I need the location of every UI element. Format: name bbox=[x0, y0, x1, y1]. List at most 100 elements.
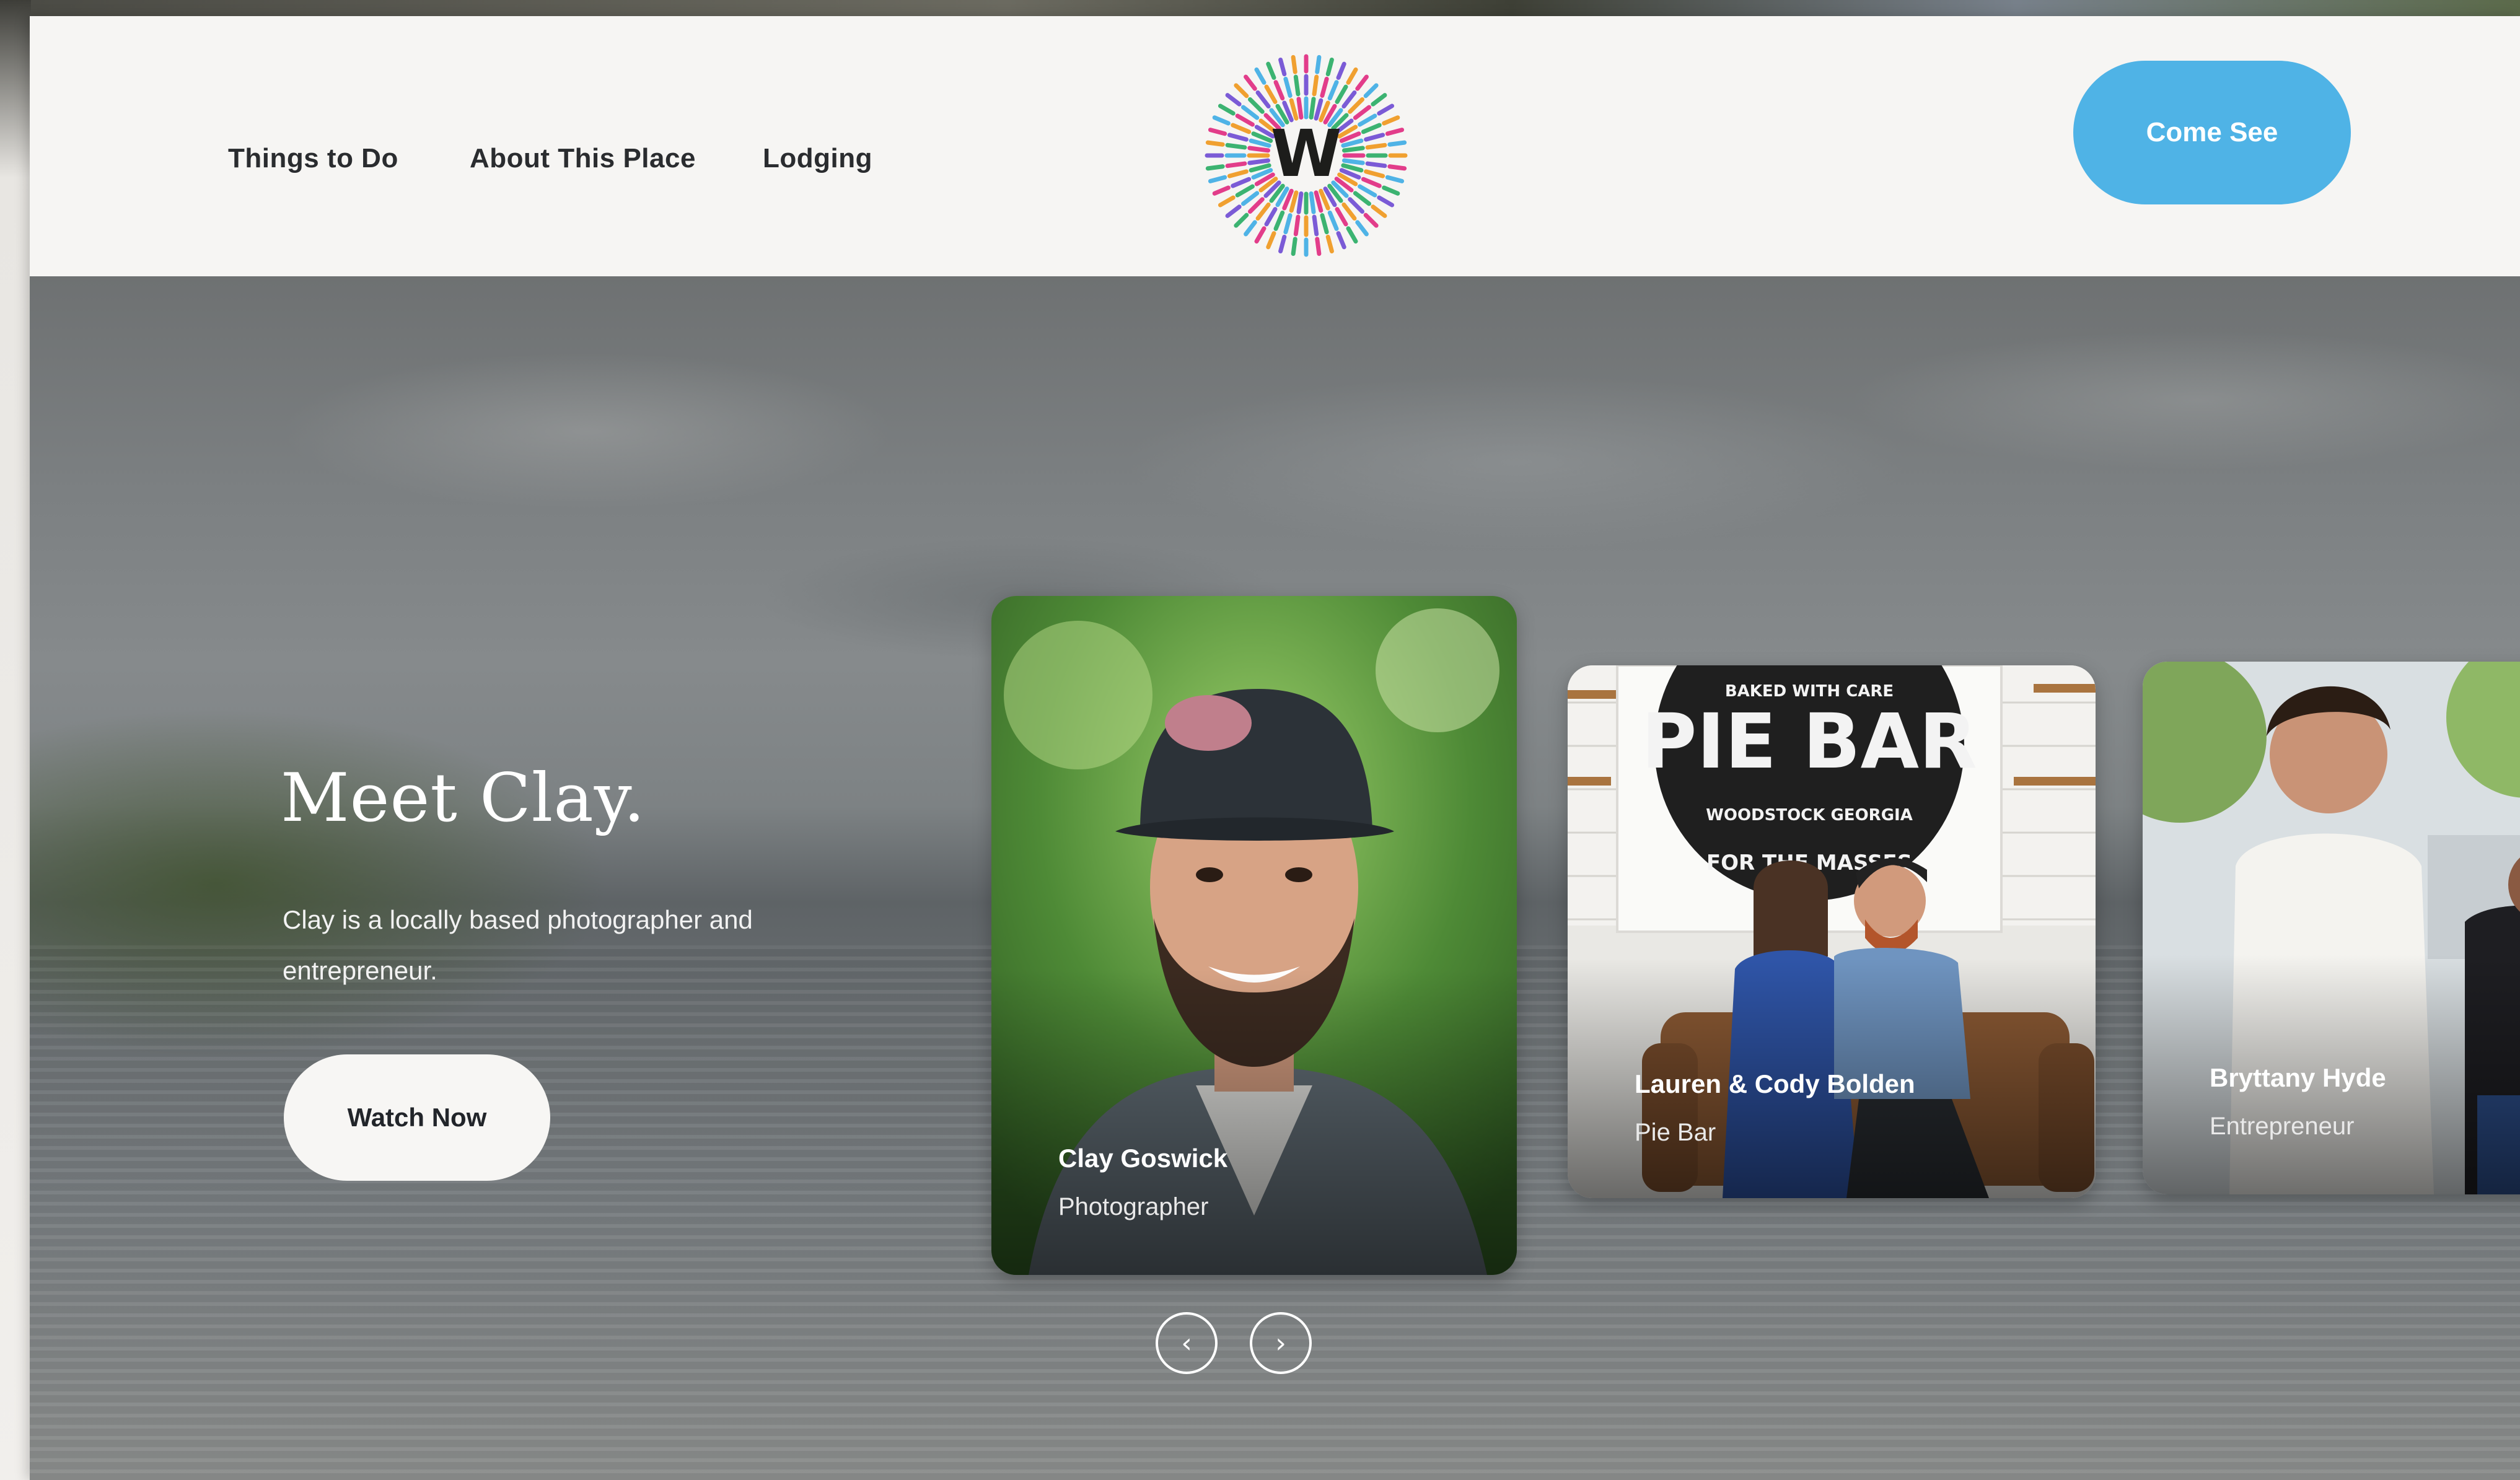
logo-ray bbox=[1225, 93, 1242, 107]
logo-ray bbox=[1371, 93, 1387, 107]
hero-description: Clay is a locally based photographer and… bbox=[283, 905, 753, 985]
profile-card-pie-bar[interactable]: BAKED WITH CARE PIE BAR WOODSTOCK GEORGI… bbox=[1568, 665, 2096, 1198]
card-shade bbox=[991, 969, 1517, 1275]
chevron-right-icon: › bbox=[1275, 1328, 1286, 1359]
logo-ray bbox=[1353, 105, 1372, 120]
logo-ray bbox=[1293, 214, 1301, 237]
logo-ray bbox=[1244, 74, 1257, 91]
logo-ray bbox=[1327, 210, 1339, 231]
logo-ray bbox=[1336, 231, 1346, 250]
logo-ray bbox=[1255, 202, 1271, 221]
come-see-button[interactable]: Come See bbox=[2073, 61, 2351, 204]
logo-ray bbox=[1249, 163, 1271, 173]
logo-ray bbox=[1314, 190, 1324, 213]
hero-title: Meet Clay. bbox=[281, 760, 646, 837]
web-page: Things to Do About This Place Lodging W … bbox=[30, 16, 2520, 1480]
logo-ray bbox=[1293, 74, 1301, 97]
logo-ray bbox=[1225, 161, 1247, 169]
logo-ray bbox=[1363, 83, 1379, 99]
logo-ray bbox=[1254, 226, 1267, 244]
logo-ray bbox=[1335, 84, 1348, 104]
logo-ray bbox=[1212, 185, 1231, 196]
logo-ray bbox=[1312, 214, 1319, 237]
logo-ray bbox=[1278, 234, 1287, 254]
nav-link-about-this-place[interactable]: About This Place bbox=[470, 143, 696, 174]
logo-ray bbox=[1327, 80, 1339, 101]
logo-ray bbox=[1296, 191, 1304, 214]
chevron-left-icon: ‹ bbox=[1181, 1328, 1192, 1359]
carousel-next-button[interactable]: › bbox=[1250, 1312, 1312, 1374]
nav-link-things-to-do[interactable]: Things to Do bbox=[228, 143, 398, 174]
logo-ray bbox=[1387, 140, 1407, 147]
sign-title-text: PIE BAR bbox=[1641, 698, 1977, 786]
logo-ray bbox=[1218, 103, 1236, 116]
logo-ray bbox=[1208, 128, 1227, 136]
logo-ray bbox=[1247, 97, 1265, 114]
logo-ray bbox=[1291, 55, 1297, 74]
logo-ray bbox=[1235, 184, 1255, 198]
card-role: Entrepreneur bbox=[2210, 1113, 2355, 1140]
logo-ray bbox=[1266, 231, 1276, 250]
logo-ray bbox=[1264, 207, 1278, 227]
site-logo[interactable]: W bbox=[1204, 53, 1408, 258]
logo-ray bbox=[1361, 123, 1382, 134]
logo-ray bbox=[1341, 90, 1357, 109]
card-name: Bryttany Hyde bbox=[2210, 1063, 2386, 1092]
logo-ray bbox=[1234, 212, 1249, 228]
logo-ray bbox=[1309, 191, 1316, 214]
logo-ray bbox=[1231, 123, 1252, 134]
logo-ray bbox=[1358, 113, 1377, 127]
logo-ray bbox=[1247, 158, 1271, 165]
sign-place-text: WOODSTOCK GEORGIA bbox=[1706, 806, 1913, 825]
logo-ray bbox=[1341, 163, 1364, 173]
logo-ray bbox=[1335, 207, 1348, 227]
logo-ray bbox=[1348, 97, 1365, 114]
logo-ray bbox=[1309, 97, 1316, 120]
logo-ray bbox=[1358, 184, 1377, 198]
logo-ray bbox=[1353, 191, 1372, 206]
logo-ray bbox=[1364, 169, 1385, 178]
logo-ray bbox=[1205, 140, 1225, 147]
logo-ray bbox=[1227, 133, 1249, 142]
logo-ray bbox=[1371, 204, 1387, 218]
logo-ray bbox=[1341, 138, 1364, 148]
logo-ray bbox=[1341, 158, 1365, 165]
logo-ray bbox=[1225, 142, 1247, 150]
card-role: Photographer bbox=[1058, 1193, 1209, 1220]
logo-ray bbox=[1365, 142, 1387, 150]
logo-ray bbox=[1291, 237, 1297, 256]
logo-letter: W bbox=[1271, 116, 1342, 191]
logo-ray bbox=[1336, 61, 1346, 80]
logo-ray bbox=[1320, 76, 1329, 98]
logo-ray bbox=[1255, 90, 1271, 109]
profile-card-clay[interactable]: Clay Goswick Photographer bbox=[991, 596, 1517, 1275]
logo-ray bbox=[1365, 161, 1387, 169]
card-name: Lauren & Cody Bolden bbox=[1635, 1069, 1915, 1098]
logo-ray bbox=[1289, 190, 1299, 213]
watch-now-button[interactable]: Watch Now bbox=[284, 1054, 550, 1181]
logo-ray bbox=[1247, 197, 1265, 214]
logo-ray bbox=[1346, 226, 1358, 244]
nav-link-lodging[interactable]: Lodging bbox=[763, 143, 872, 174]
logo-ray bbox=[1225, 204, 1242, 218]
logo-ray bbox=[1231, 177, 1252, 188]
logo-ray bbox=[1212, 115, 1231, 126]
logo-ray bbox=[1348, 197, 1365, 214]
profile-card-bryttany[interactable]: Bryttany Hyde Entrepreneur bbox=[2143, 662, 2520, 1194]
carousel-prev-button[interactable]: ‹ bbox=[1156, 1312, 1218, 1374]
logo-ray bbox=[1254, 67, 1267, 85]
logo-ray bbox=[1315, 55, 1322, 74]
logo-ray bbox=[1385, 175, 1405, 183]
logo-ray bbox=[1341, 202, 1357, 221]
logo-ray bbox=[1315, 237, 1322, 256]
logo-ray bbox=[1377, 103, 1395, 116]
logo-ray bbox=[1382, 185, 1400, 196]
logo-ray bbox=[1273, 80, 1285, 101]
hero-section: Meet Clay. Clay is a locally based photo… bbox=[30, 276, 2520, 1480]
logo-ray bbox=[1382, 115, 1400, 126]
logo-ray bbox=[1227, 169, 1249, 178]
logo-ray bbox=[1387, 164, 1407, 171]
logo-ray bbox=[1361, 177, 1382, 188]
logo-ray bbox=[1208, 175, 1227, 183]
logo-ray bbox=[1218, 195, 1236, 208]
